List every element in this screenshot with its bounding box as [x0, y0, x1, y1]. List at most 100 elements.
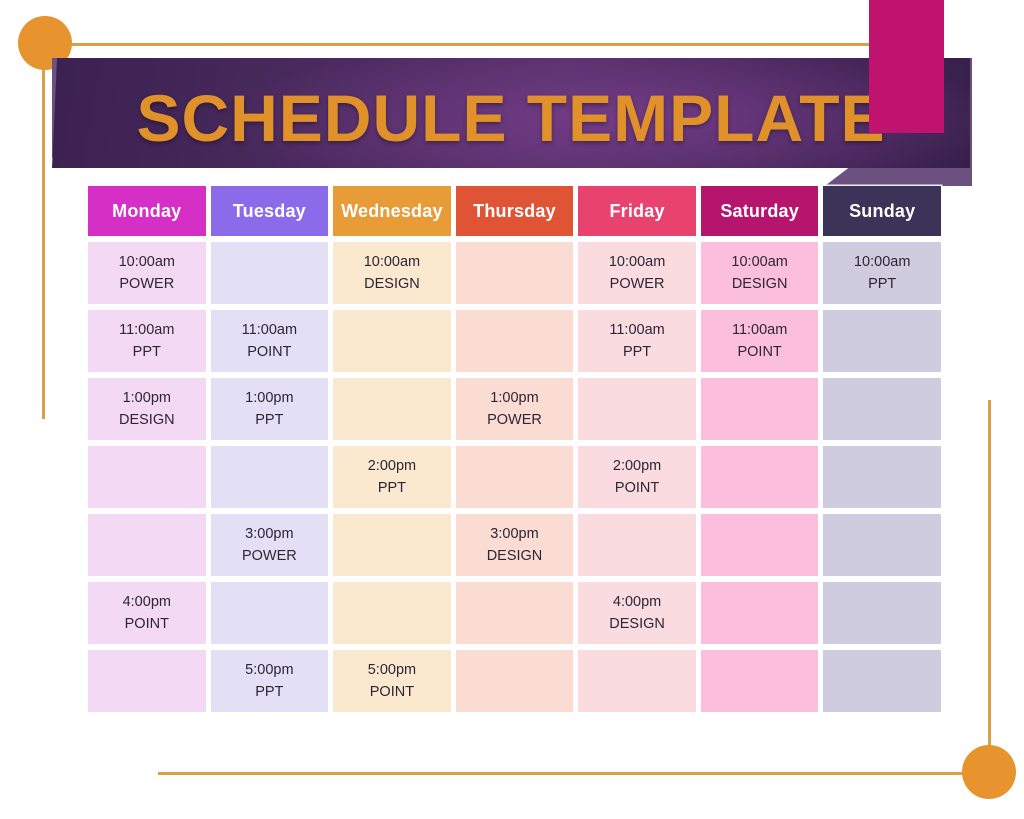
schedule-cell[interactable]: 4:00pm DESIGN: [578, 582, 696, 644]
schedule-cell[interactable]: [700, 378, 819, 440]
schedule-cell[interactable]: [333, 582, 451, 644]
cell-time: 10:00am: [118, 253, 175, 270]
schedule-cell[interactable]: 1:00pm DESIGN: [88, 378, 206, 440]
schedule-cell[interactable]: 4:00pm POINT: [88, 582, 206, 644]
schedule-grid: Monday Tuesday Wednesday Thursday Friday Satu…: [88, 186, 941, 712]
schedule-cell[interactable]: [455, 310, 574, 372]
cell-time: 5:00pm: [367, 661, 417, 678]
schedule-cell[interactable]: 2:00pm PPT: [333, 446, 451, 508]
schedule-cell[interactable]: [210, 446, 329, 508]
decorative-line-left: [42, 43, 45, 419]
schedule-cell[interactable]: 1:00pm PPT: [210, 378, 329, 440]
cell-task: DESIGN: [609, 616, 665, 632]
cell-task: PPT: [132, 344, 161, 360]
schedule-cell[interactable]: [88, 446, 206, 508]
cell-time: 11:00am: [731, 321, 788, 338]
cell-task: POWER: [241, 548, 297, 564]
day-header-wednesday[interactable]: Wednesday: [333, 186, 451, 236]
decorative-line-right: [988, 400, 991, 774]
schedule-cell[interactable]: [333, 514, 451, 576]
schedule-cell[interactable]: [455, 242, 574, 304]
cell-time: 4:00pm: [122, 593, 171, 610]
schedule-cell[interactable]: 2:00pm POINT: [578, 446, 696, 508]
schedule-slide: SCHEDULE TEMPLATE Monday Tuesday Wednesday…: [0, 0, 1024, 819]
schedule-cell[interactable]: [578, 514, 696, 576]
cell-time: 10:00am: [731, 253, 788, 270]
cell-task: DESIGN: [486, 548, 543, 564]
schedule-cell[interactable]: [333, 310, 451, 372]
schedule-cell[interactable]: [455, 650, 574, 712]
cell-time: 2:00pm: [612, 457, 662, 474]
schedule-cell[interactable]: 11:00am PPT: [578, 310, 696, 372]
schedule-cell[interactable]: 10:00am DESIGN: [700, 242, 819, 304]
day-header-tuesday[interactable]: Tuesday: [210, 186, 329, 236]
schedule-cell[interactable]: 10:00am PPT: [823, 242, 941, 304]
schedule-cell[interactable]: 11:00am POINT: [700, 310, 819, 372]
cell-task: POINT: [737, 344, 782, 360]
cell-task: PPT: [622, 344, 652, 360]
decorative-line-bottom: [158, 772, 990, 775]
schedule-cell[interactable]: 3:00pm POWER: [210, 514, 329, 576]
schedule-cell[interactable]: [210, 582, 329, 644]
cell-time: 11:00am: [241, 321, 298, 338]
cell-task: POWER: [119, 276, 175, 292]
schedule-cell[interactable]: 10:00am POWER: [578, 242, 696, 304]
cell-task: DESIGN: [118, 412, 175, 428]
schedule-cell[interactable]: [823, 378, 941, 440]
schedule-cell[interactable]: [700, 514, 819, 576]
schedule-cell[interactable]: [700, 650, 819, 712]
cell-task: PPT: [255, 412, 284, 428]
cell-time: 4:00pm: [612, 593, 662, 610]
cell-time: 2:00pm: [367, 457, 417, 474]
cell-time: 11:00am: [119, 321, 175, 338]
schedule-cell[interactable]: [455, 582, 574, 644]
cell-task: DESIGN: [731, 276, 788, 292]
schedule-cell[interactable]: [823, 514, 941, 576]
cell-time: 1:00pm: [122, 389, 171, 406]
schedule-cell[interactable]: [210, 242, 329, 304]
day-header-friday[interactable]: Friday: [578, 186, 696, 236]
schedule-cell[interactable]: [823, 310, 941, 372]
cell-task: DESIGN: [364, 276, 420, 292]
cell-time: 11:00am: [609, 321, 665, 338]
cell-time: 5:00pm: [245, 661, 294, 678]
schedule-cell[interactable]: 10:00am DESIGN: [333, 242, 451, 304]
schedule-cell[interactable]: 5:00pm POINT: [333, 650, 451, 712]
accent-bar: [869, 0, 944, 133]
schedule-cell[interactable]: [823, 582, 941, 644]
schedule-cell[interactable]: [823, 650, 941, 712]
decorative-line-top: [44, 43, 869, 46]
schedule-cell[interactable]: 11:00am PPT: [88, 310, 206, 372]
schedule-cell[interactable]: [455, 446, 574, 508]
schedule-cell[interactable]: 3:00pm DESIGN: [455, 514, 574, 576]
day-header-monday[interactable]: Monday: [88, 186, 206, 236]
cell-time: 1:00pm: [245, 389, 294, 406]
title-banner: SCHEDULE TEMPLATE: [52, 58, 972, 186]
schedule-cell[interactable]: [823, 446, 941, 508]
cell-task: POINT: [369, 684, 415, 700]
page-title: SCHEDULE TEMPLATE: [136, 81, 886, 155]
cell-time: 10:00am: [853, 253, 911, 270]
schedule-cell[interactable]: 10:00am POWER: [88, 242, 206, 304]
schedule-cell[interactable]: [700, 582, 819, 644]
day-header-thursday[interactable]: Thursday: [455, 186, 574, 236]
day-header-saturday[interactable]: Saturday: [700, 186, 819, 236]
day-header-sunday[interactable]: Sunday: [823, 186, 941, 236]
decorative-circle-bottom-right: [962, 745, 1016, 799]
schedule-cell[interactable]: 11:00am POINT: [210, 310, 329, 372]
cell-task: POINT: [247, 344, 292, 360]
schedule-cell[interactable]: [578, 378, 696, 440]
cell-time: 3:00pm: [490, 525, 539, 542]
cell-task: POWER: [609, 276, 665, 292]
schedule-cell[interactable]: [333, 378, 451, 440]
schedule-cell[interactable]: [578, 650, 696, 712]
schedule-cell[interactable]: [88, 650, 206, 712]
schedule-cell[interactable]: 1:00pm POWER: [455, 378, 574, 440]
cell-time: 1:00pm: [490, 389, 539, 406]
cell-time: 3:00pm: [245, 525, 294, 542]
schedule-cell[interactable]: 5:00pm PPT: [210, 650, 329, 712]
schedule-cell[interactable]: [88, 514, 206, 576]
cell-time: 10:00am: [363, 253, 421, 270]
schedule-cell[interactable]: [700, 446, 819, 508]
cell-task: PPT: [868, 276, 897, 292]
